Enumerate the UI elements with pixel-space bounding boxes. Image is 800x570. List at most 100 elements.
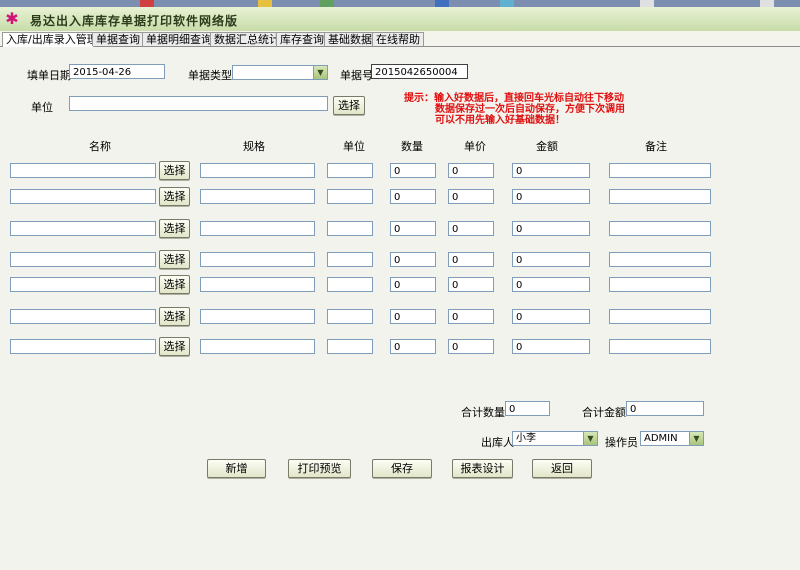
cell-qty[interactable]: 0	[390, 189, 436, 204]
cell-price[interactable]: 0	[448, 221, 494, 236]
cell-spec[interactable]	[200, 252, 315, 267]
tab-bar: 入库/出库录入管理 单据查询 单据明细查询 数据汇总统计 库存查询 基础数据 在…	[0, 31, 800, 47]
column-header-note: 备注	[645, 140, 667, 153]
hint-line-2: 数据保存过一次后自动保存，方便下次调用	[435, 104, 625, 115]
cell-unit[interactable]	[327, 339, 373, 354]
cell-price[interactable]: 0	[448, 309, 494, 324]
cell-note[interactable]	[609, 339, 711, 354]
taskbar-icon[interactable]	[500, 0, 514, 7]
column-header-amount: 金额	[536, 140, 558, 153]
cell-note[interactable]	[609, 252, 711, 267]
cell-name[interactable]	[10, 163, 156, 178]
cell-price[interactable]: 0	[448, 189, 494, 204]
cell-amount[interactable]: 0	[512, 163, 590, 178]
row-select-button[interactable]: 选择	[159, 250, 190, 269]
print-preview-button[interactable]: 打印预览	[288, 459, 351, 478]
chevron-down-icon[interactable]: ▼	[583, 432, 597, 445]
doc-number-field[interactable]: 2015042650004	[371, 64, 468, 79]
cell-note[interactable]	[609, 309, 711, 324]
cell-spec[interactable]	[200, 189, 315, 204]
cell-unit[interactable]	[327, 309, 373, 324]
cell-amount[interactable]: 0	[512, 221, 590, 236]
row-select-button[interactable]: 选择	[159, 337, 190, 356]
cell-note[interactable]	[609, 221, 711, 236]
unit-select-button[interactable]: 选择	[333, 96, 365, 115]
cell-qty[interactable]: 0	[390, 252, 436, 267]
cell-amount[interactable]: 0	[512, 277, 590, 292]
cell-name[interactable]	[10, 277, 156, 292]
tab-summary-stats[interactable]: 数据汇总统计	[210, 32, 280, 46]
cell-price[interactable]: 0	[448, 163, 494, 178]
cell-price[interactable]: 0	[448, 339, 494, 354]
cell-spec[interactable]	[200, 221, 315, 236]
cell-qty[interactable]: 0	[390, 309, 436, 324]
row-select-button[interactable]: 选择	[159, 275, 190, 294]
report-design-button[interactable]: 报表设计	[452, 459, 513, 478]
tab-inout-entry[interactable]: 入库/出库录入管理	[2, 32, 98, 47]
total-qty-field[interactable]: 0	[505, 401, 550, 416]
tab-online-help[interactable]: 在线帮助	[372, 32, 424, 46]
back-button[interactable]: 返回	[532, 459, 592, 478]
taskbar-icon[interactable]	[320, 0, 334, 7]
cell-note[interactable]	[609, 189, 711, 204]
cell-unit[interactable]	[327, 221, 373, 236]
date-field[interactable]: 2015-04-26	[69, 64, 165, 79]
hint-line-3: 可以不用先输入好基础数据！	[435, 115, 565, 126]
operator-select[interactable]: ADMIN ▼	[640, 431, 704, 446]
cell-price[interactable]: 0	[448, 252, 494, 267]
cell-amount[interactable]: 0	[512, 252, 590, 267]
cell-amount[interactable]: 0	[512, 339, 590, 354]
cell-unit[interactable]	[327, 189, 373, 204]
taskbar-icon[interactable]	[435, 0, 449, 7]
row-select-button[interactable]: 选择	[159, 219, 190, 238]
cell-unit[interactable]	[327, 277, 373, 292]
hint-text: 提示：输入好数据后，直接回车光标自动往下移动 数据保存过一次后自动保存，方便下次…	[404, 93, 625, 126]
cell-unit[interactable]	[327, 252, 373, 267]
cell-amount[interactable]: 0	[512, 189, 590, 204]
total-amount-label: 合计金额	[582, 406, 626, 419]
cell-qty[interactable]: 0	[390, 163, 436, 178]
window-title: 易达出入库库存单据打印软件网络版	[30, 14, 239, 28]
cell-unit[interactable]	[327, 163, 373, 178]
tab-stock-query[interactable]: 库存查询	[276, 32, 328, 46]
row-select-button[interactable]: 选择	[159, 161, 190, 180]
total-amount-field[interactable]: 0	[626, 401, 704, 416]
row-select-button[interactable]: 选择	[159, 307, 190, 326]
total-qty-label: 合计数量	[461, 406, 505, 419]
taskbar-icon[interactable]	[140, 0, 154, 7]
cell-price[interactable]: 0	[448, 277, 494, 292]
chevron-down-icon[interactable]: ▼	[313, 66, 327, 79]
tab-doc-query[interactable]: 单据查询	[92, 32, 144, 46]
unit-field[interactable]	[69, 96, 328, 111]
cell-name[interactable]	[10, 339, 156, 354]
cell-qty[interactable]: 0	[390, 277, 436, 292]
cell-note[interactable]	[609, 277, 711, 292]
cell-spec[interactable]	[200, 339, 315, 354]
cell-note[interactable]	[609, 163, 711, 178]
new-button[interactable]: 新增	[207, 459, 266, 478]
outbound-person-select[interactable]: 小李 ▼	[512, 431, 598, 446]
outbound-person-value: 小李	[516, 433, 536, 444]
doc-type-select[interactable]: ▼	[232, 65, 328, 80]
taskbar-icon[interactable]	[640, 0, 654, 7]
tab-detail-query[interactable]: 单据明细查询	[142, 32, 212, 46]
cell-name[interactable]	[10, 309, 156, 324]
cell-name[interactable]	[10, 189, 156, 204]
column-header-qty: 数量	[401, 140, 423, 153]
doc-type-label: 单据类型	[188, 69, 232, 82]
cell-spec[interactable]	[200, 277, 315, 292]
cell-name[interactable]	[10, 252, 156, 267]
cell-spec[interactable]	[200, 309, 315, 324]
cell-name[interactable]	[10, 221, 156, 236]
taskbar-icon[interactable]	[258, 0, 272, 7]
cell-qty[interactable]: 0	[390, 339, 436, 354]
cell-amount[interactable]: 0	[512, 309, 590, 324]
tab-base-data[interactable]: 基础数据	[324, 32, 376, 46]
save-button[interactable]: 保存	[372, 459, 432, 478]
cell-qty[interactable]: 0	[390, 221, 436, 236]
taskbar-icon[interactable]	[760, 0, 774, 7]
column-header-unit: 单位	[343, 140, 365, 153]
row-select-button[interactable]: 选择	[159, 187, 190, 206]
chevron-down-icon[interactable]: ▼	[689, 432, 703, 445]
cell-spec[interactable]	[200, 163, 315, 178]
